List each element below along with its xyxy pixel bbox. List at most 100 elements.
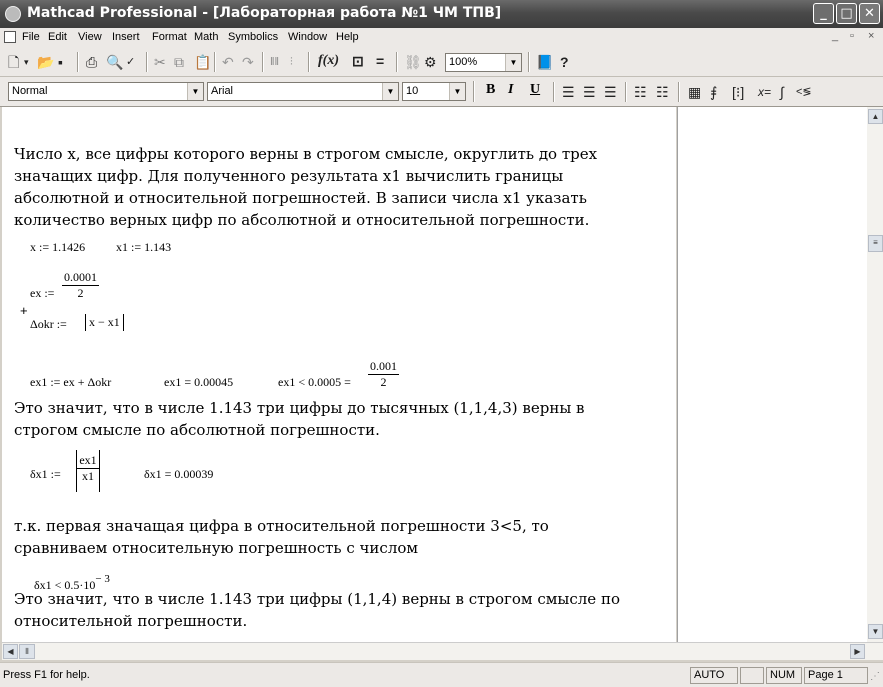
zoom-select[interactable]: 100% ▼ <box>445 53 522 72</box>
font-size-dropdown-icon: ▼ <box>449 83 465 100</box>
math-region-dx1-abs[interactable]: ex1 x1 <box>76 450 100 492</box>
copy-icon[interactable]: ⧉ <box>174 54 184 70</box>
spell-check-icon[interactable]: ✓ <box>126 54 135 70</box>
boolean-toolbar-icon[interactable]: <≶ <box>796 84 812 100</box>
math-region-ex-fraction[interactable]: 0.0001 2 <box>62 270 99 301</box>
math-region-dx1-lhs[interactable]: δx1 := <box>30 467 61 482</box>
minimize-button[interactable]: _ <box>813 3 834 24</box>
italic-button[interactable]: I <box>508 82 513 98</box>
maximize-button[interactable]: □ <box>836 3 857 24</box>
math-region-ex1-def[interactable]: ex1 := ex + Δokr <box>30 375 111 390</box>
menu-file[interactable]: File <box>22 31 40 43</box>
ex1-compare-numerator: 0.001 <box>370 359 397 373</box>
zoom-value: 100% <box>449 56 478 68</box>
graph-toolbar-icon[interactable]: ⨎ <box>710 84 717 100</box>
help-icon[interactable]: ? <box>560 54 569 70</box>
cut-icon[interactable]: ✂ <box>154 54 166 70</box>
print-icon[interactable]: ⎙ <box>86 54 97 70</box>
open-folder-icon[interactable]: 📂 <box>37 54 54 70</box>
menu-bar: File Edit View Insert Format Math Symbol… <box>0 28 883 49</box>
paste-icon[interactable]: 📋 <box>194 54 211 70</box>
align-right-icon[interactable]: ☰ <box>604 84 617 100</box>
math-region-x1-def[interactable]: x1 := 1.143 <box>116 240 171 255</box>
matrix-toolbar-icon[interactable]: [⁝] <box>732 84 744 100</box>
math-region-ex1-compare[interactable]: ex1 < 0.0005 = <box>278 375 351 390</box>
dx1-fraction: ex1 x1 <box>77 453 99 484</box>
close-icon: ✕ <box>864 6 875 21</box>
insert-component-icon[interactable]: ⚙ <box>424 54 437 70</box>
math-region-ex1-value[interactable]: ex1 = 0.00045 <box>164 375 233 390</box>
vertical-scrollbar[interactable]: ▲ ≡ ▼ <box>867 107 883 642</box>
text-region-line: Это значит, что в числе 1.143 три цифры … <box>14 590 620 608</box>
calculus-toolbar-icon[interactable]: ∫ <box>780 84 784 100</box>
scroll-right-icon[interactable]: ▶ <box>850 644 865 659</box>
mdi-close-button[interactable]: × <box>868 30 874 42</box>
mdi-restore-button[interactable]: ▫ <box>850 30 854 42</box>
menu-view[interactable]: View <box>78 31 102 43</box>
worksheet[interactable]: Число x, все цифры которого верны в стро… <box>2 107 676 642</box>
vertical-scroll-thumb[interactable]: ≡ <box>868 235 883 252</box>
horizontal-scrollbar[interactable]: ◀ ⦀ ▶ <box>2 642 883 660</box>
align-down-icon[interactable]: ⫶ <box>290 54 293 70</box>
menu-window[interactable]: Window <box>288 31 327 43</box>
resource-center-icon[interactable]: 📘 <box>536 54 553 70</box>
math-region-dokr-abs[interactable]: x − x1 <box>85 314 124 331</box>
menu-insert[interactable]: Insert <box>112 31 140 43</box>
scroll-down-icon[interactable]: ▼ <box>868 624 883 639</box>
ex-denominator: 2 <box>77 286 84 300</box>
redo-icon[interactable]: ↷ <box>242 54 254 70</box>
menu-math[interactable]: Math <box>194 31 218 43</box>
menu-edit[interactable]: Edit <box>48 31 67 43</box>
resize-grip-icon[interactable]: ⋰ <box>870 671 880 682</box>
numbering-icon[interactable]: ☷ <box>656 84 669 100</box>
text-region-line: значащих цифр. Для полученного результат… <box>14 167 564 185</box>
undo-icon[interactable]: ↶ <box>222 54 234 70</box>
font-select[interactable]: Arial ▼ <box>207 82 399 101</box>
math-region-dx1-value[interactable]: δx1 = 0.00039 <box>144 467 213 482</box>
align-center-icon[interactable]: ☰ <box>583 84 596 100</box>
calculate-icon[interactable]: = <box>376 53 384 69</box>
new-document-icon[interactable]: 🗋 <box>8 54 19 70</box>
style-dropdown-icon: ▼ <box>187 83 203 100</box>
text-region-line: Число x, все цифры которого верны в стро… <box>14 145 598 163</box>
status-bar: Press F1 for help. AUTO NUM Page 1 ⋰ <box>0 662 883 687</box>
menu-symbolics[interactable]: Symbolics <box>228 31 278 43</box>
mdi-minimize-button[interactable]: _ <box>832 30 838 42</box>
print-preview-icon[interactable]: 🔍 <box>106 54 123 70</box>
text-region-line: относительной погрешности. <box>14 612 248 630</box>
math-region-ex1-compare-fraction[interactable]: 0.001 2 <box>368 359 399 390</box>
insert-hyperlink-icon[interactable]: ⛓ <box>404 54 422 70</box>
new-dropdown-arrow-icon[interactable]: ▾ <box>24 54 29 70</box>
text-region-line: сравниваем относительную погрешность с ч… <box>14 539 419 557</box>
bold-button[interactable]: B <box>486 82 495 98</box>
bullets-icon[interactable]: ☷ <box>634 84 647 100</box>
worksheet-right-margin[interactable] <box>677 107 867 642</box>
math-region-dokr-lhs[interactable]: Δokr := <box>30 317 67 332</box>
mathcad-app-icon[interactable] <box>5 6 21 22</box>
save-icon[interactable]: ▪ <box>58 54 63 70</box>
style-select[interactable]: Normal ▼ <box>8 82 204 101</box>
underline-button[interactable]: U <box>530 82 540 98</box>
evaluation-toolbar-icon[interactable]: x= <box>758 84 771 100</box>
insert-function-icon[interactable]: f(x) <box>318 53 339 69</box>
font-size-value: 10 <box>406 85 419 97</box>
font-dropdown-icon: ▼ <box>382 83 398 100</box>
zoom-dropdown-icon: ▼ <box>505 54 521 71</box>
horizontal-scroll-thumb[interactable]: ⦀ <box>19 644 35 659</box>
align-left-icon[interactable]: ☰ <box>562 84 575 100</box>
scroll-left-icon[interactable]: ◀ <box>3 644 18 659</box>
math-region-ex-lhs[interactable]: ex := <box>30 286 54 301</box>
menu-help[interactable]: Help <box>336 31 359 43</box>
crosshair-cursor: + <box>20 303 28 318</box>
scroll-up-icon[interactable]: ▲ <box>868 109 883 124</box>
font-size-select[interactable]: 10 ▼ <box>402 82 466 101</box>
align-across-icon[interactable]: ‖‖ <box>270 54 279 70</box>
menu-format[interactable]: Format <box>152 31 187 43</box>
document-icon[interactable] <box>4 31 16 43</box>
close-button[interactable]: ✕ <box>859 3 880 24</box>
calculator-toolbar-icon[interactable]: ▦ <box>688 84 701 100</box>
insert-unit-icon[interactable]: ⊡ <box>352 53 364 69</box>
title-bar: Mathcad Professional - [Лабораторная раб… <box>0 0 883 28</box>
math-region-x-def[interactable]: x := 1.1426 <box>30 240 85 255</box>
dx1-compare-exponent: − 3 <box>95 573 110 585</box>
